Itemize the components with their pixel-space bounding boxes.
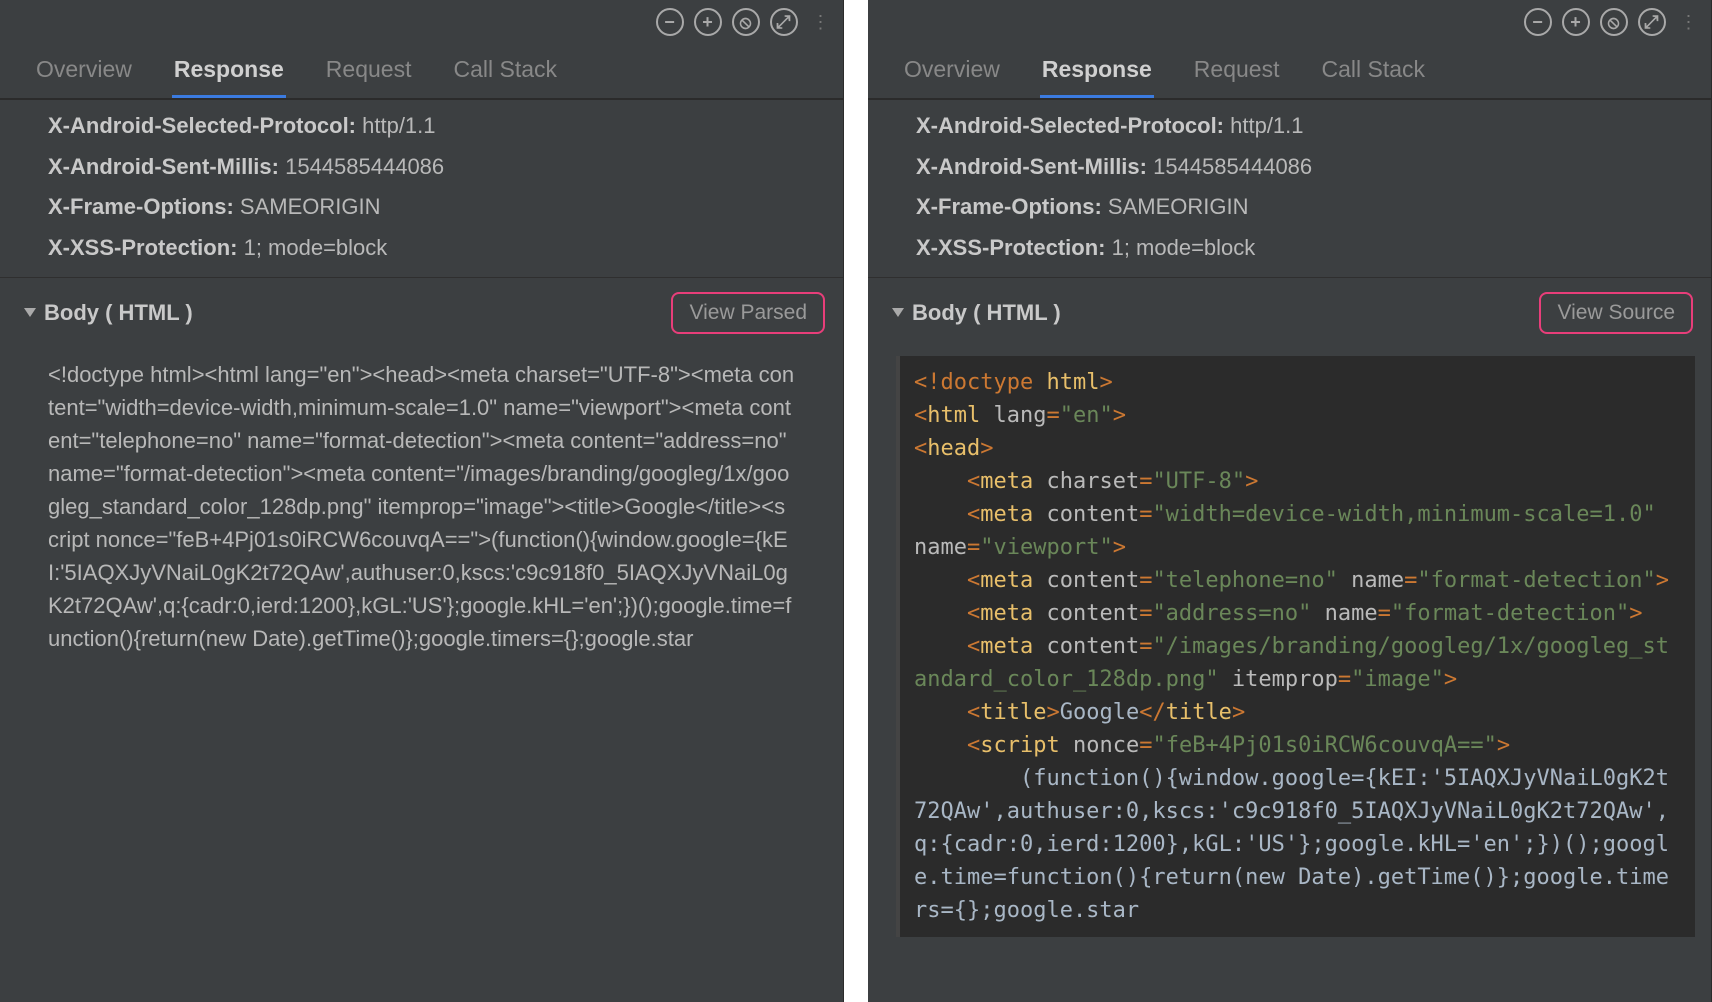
panel-right: − + ⦸ ⤢ ⋮ Overview Response Request Call… xyxy=(868,0,1712,1002)
tab-overview[interactable]: Overview xyxy=(34,44,134,98)
expand-icon[interactable]: ⤢ xyxy=(770,8,798,36)
response-headers: X-Android-Selected-Protocol: http/1.1X-A… xyxy=(868,99,1711,277)
header-value: 1; mode=block xyxy=(237,235,387,260)
header-key: X-Frame-Options: xyxy=(48,194,234,219)
tab-request[interactable]: Request xyxy=(324,44,414,98)
tab-request[interactable]: Request xyxy=(1192,44,1282,98)
header-value: http/1.1 xyxy=(356,113,436,138)
header-row: X-Android-Selected-Protocol: http/1.1 xyxy=(916,106,1663,147)
content: X-Android-Selected-Protocol: http/1.1X-A… xyxy=(868,99,1711,1002)
header-value: SAMEORIGIN xyxy=(234,194,381,219)
header-row: X-Android-Sent-Millis: 1544585444086 xyxy=(916,147,1663,188)
raw-body-text: <!doctype html><html lang="en"><head><me… xyxy=(0,348,843,665)
tabs: Overview Response Request Call Stack xyxy=(868,40,1711,99)
na-icon[interactable]: ⦸ xyxy=(1600,8,1628,36)
panel-left: − + ⦸ ⤢ ⋮ Overview Response Request Call… xyxy=(0,0,844,1002)
header-row: X-XSS-Protection: 1; mode=block xyxy=(916,228,1663,269)
header-key: X-Android-Sent-Millis: xyxy=(916,154,1147,179)
more-icon[interactable]: ⋮ xyxy=(808,18,830,27)
header-row: X-Android-Sent-Millis: 1544585444086 xyxy=(48,147,795,188)
toolbar: − + ⦸ ⤢ ⋮ xyxy=(868,0,1711,40)
header-key: X-XSS-Protection: xyxy=(48,235,237,260)
header-key: X-Frame-Options: xyxy=(916,194,1102,219)
more-icon[interactable]: ⋮ xyxy=(1676,18,1698,27)
body-section-header[interactable]: Body ( HTML ) View Source xyxy=(868,277,1711,348)
header-value: 1544585444086 xyxy=(279,154,444,179)
header-key: X-Android-Selected-Protocol: xyxy=(916,113,1224,138)
expand-icon[interactable]: ⤢ xyxy=(1638,8,1666,36)
header-key: X-Android-Selected-Protocol: xyxy=(48,113,356,138)
body-section-title: Body ( HTML ) xyxy=(44,300,193,326)
header-key: X-XSS-Protection: xyxy=(916,235,1105,260)
header-key: X-Android-Sent-Millis: xyxy=(48,154,279,179)
header-row: X-XSS-Protection: 1; mode=block xyxy=(48,228,795,269)
chevron-down-icon xyxy=(892,308,904,317)
tab-callstack[interactable]: Call Stack xyxy=(451,44,559,98)
header-value: SAMEORIGIN xyxy=(1102,194,1249,219)
header-value: 1544585444086 xyxy=(1147,154,1312,179)
plus-icon[interactable]: + xyxy=(1562,8,1590,36)
header-row: X-Android-Selected-Protocol: http/1.1 xyxy=(48,106,795,147)
header-row: X-Frame-Options: SAMEORIGIN xyxy=(48,187,795,228)
header-row: X-Frame-Options: SAMEORIGIN xyxy=(916,187,1663,228)
chevron-down-icon xyxy=(24,308,36,317)
parsed-body-code: <!doctype html> <html lang="en"> <head> … xyxy=(896,356,1695,937)
tab-response[interactable]: Response xyxy=(1040,44,1154,98)
tabs: Overview Response Request Call Stack xyxy=(0,40,843,99)
minus-icon[interactable]: − xyxy=(656,8,684,36)
body-section-header[interactable]: Body ( HTML ) View Parsed xyxy=(0,277,843,348)
tab-callstack[interactable]: Call Stack xyxy=(1319,44,1427,98)
view-source-button[interactable]: View Source xyxy=(1539,292,1693,334)
na-icon[interactable]: ⦸ xyxy=(732,8,760,36)
toolbar: − + ⦸ ⤢ ⋮ xyxy=(0,0,843,40)
header-value: 1; mode=block xyxy=(1105,235,1255,260)
body-section-title: Body ( HTML ) xyxy=(912,300,1061,326)
response-headers: X-Android-Selected-Protocol: http/1.1X-A… xyxy=(0,99,843,277)
content: X-Android-Selected-Protocol: http/1.1X-A… xyxy=(0,99,843,1002)
header-value: http/1.1 xyxy=(1224,113,1304,138)
tab-response[interactable]: Response xyxy=(172,44,286,98)
view-parsed-button[interactable]: View Parsed xyxy=(671,292,825,334)
minus-icon[interactable]: − xyxy=(1524,8,1552,36)
tab-overview[interactable]: Overview xyxy=(902,44,1002,98)
plus-icon[interactable]: + xyxy=(694,8,722,36)
